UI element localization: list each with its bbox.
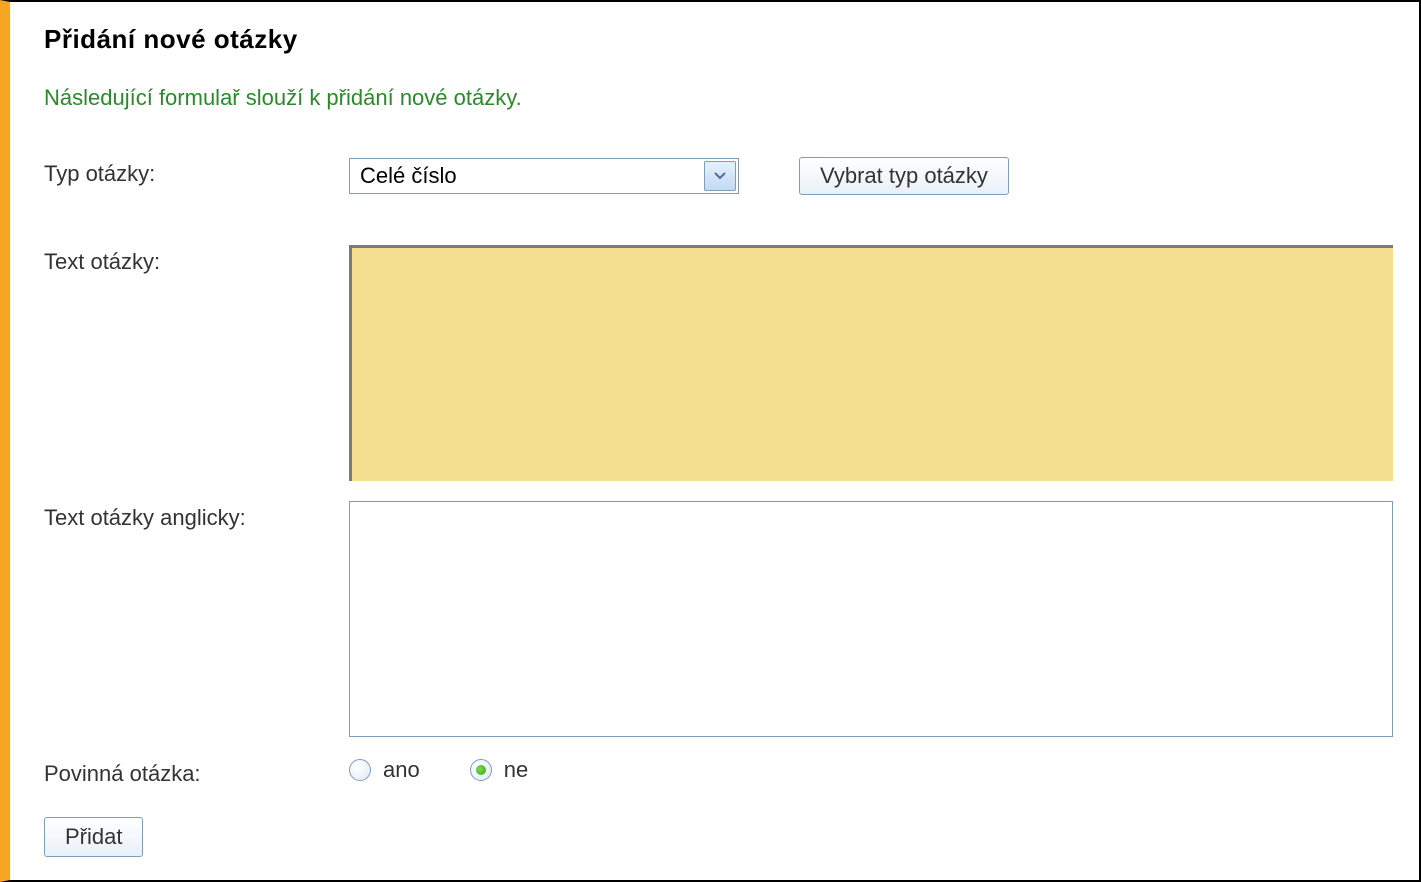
mandatory-radio-no[interactable]: ne [470,757,528,783]
row-mandatory: Povinná otázka: ano ne [44,757,1393,787]
question-type-selected: Celé číslo [360,163,457,189]
label-text-cz: Text otázky: [44,245,349,275]
form-panel: Přidání nové otázky Následující formulař… [0,0,1421,882]
label-mandatory: Povinná otázka: [44,757,349,787]
label-text-en: Text otázky anglicky: [44,501,349,531]
mandatory-no-label: ne [504,757,528,783]
radio-icon [470,759,492,781]
label-question-type: Typ otázky: [44,157,349,187]
question-type-select[interactable]: Celé číslo [349,158,739,194]
submit-button[interactable]: Přidat [44,817,143,857]
question-text-cz-input[interactable] [349,245,1393,481]
radio-icon [349,759,371,781]
question-text-en-input[interactable] [349,501,1393,737]
chevron-down-icon[interactable] [704,161,736,191]
intro-text: Následující formulař slouží k přidání no… [44,85,1393,111]
mandatory-yes-label: ano [383,757,420,783]
row-text-cz: Text otázky: [44,245,1393,481]
row-text-en: Text otázky anglicky: [44,501,1393,737]
mandatory-radio-group: ano ne [349,757,528,783]
page-title: Přidání nové otázky [44,24,1393,55]
row-submit: Přidat [44,817,1393,857]
select-question-type-button[interactable]: Vybrat typ otázky [799,157,1009,195]
mandatory-radio-yes[interactable]: ano [349,757,420,783]
row-question-type: Typ otázky: Celé číslo Vybrat typ otázky [44,157,1393,195]
